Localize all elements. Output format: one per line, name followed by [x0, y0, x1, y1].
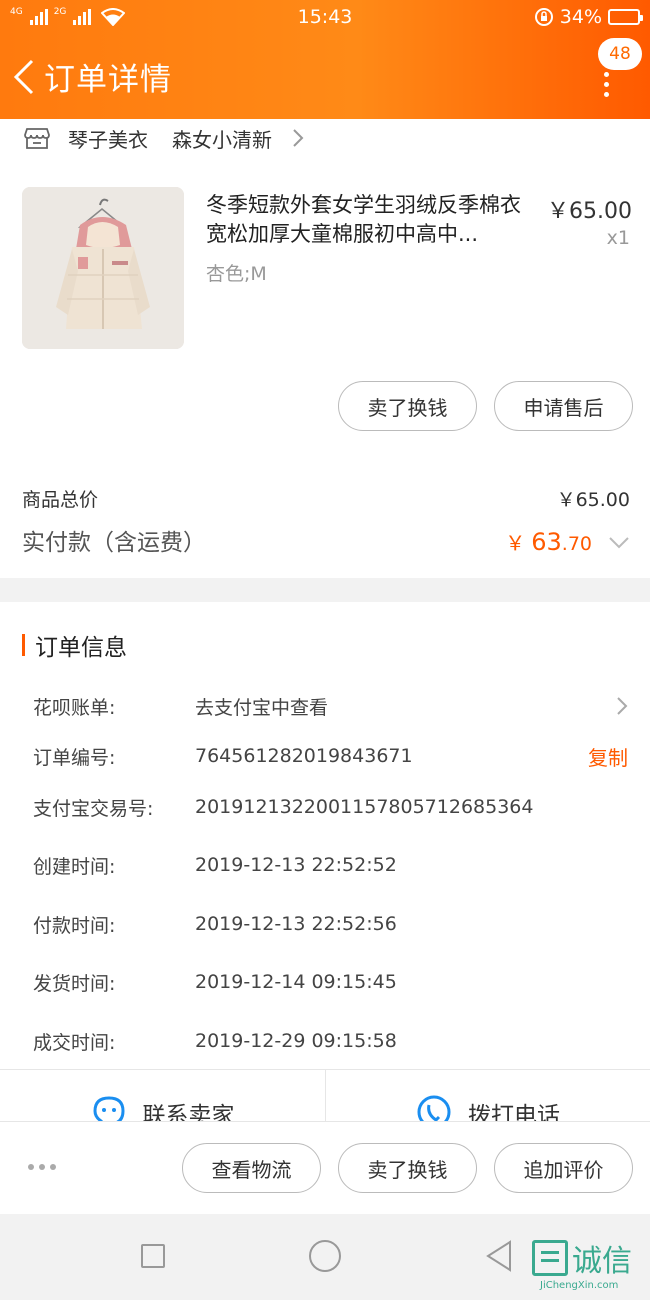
- sell-for-cash-button[interactable]: 卖了换钱: [338, 381, 477, 431]
- product-item[interactable]: 冬季短款外套女学生羽绒反季棉衣宽松加厚大童棉服初中高中... ￥65.00 x1…: [22, 187, 632, 349]
- huabei-label: 花呗账单:: [33, 696, 116, 719]
- created-time-label: 创建时间:: [33, 855, 116, 878]
- goods-total-value: ￥65.00: [556, 489, 630, 511]
- call-button[interactable]: 拨打电话: [325, 1070, 650, 1121]
- more-menu-icon[interactable]: [604, 72, 610, 112]
- chat-icon: [92, 1096, 125, 1121]
- status-bar: 4G 2G 15:43 34%: [0, 0, 650, 34]
- watermark-logo-text: 诚信: [572, 1244, 632, 1279]
- call-label: 拨打电话: [468, 1103, 560, 1121]
- recent-apps-icon[interactable]: [141, 1244, 165, 1268]
- header: 4G 2G 15:43 34% 订单详情 48: [0, 0, 650, 119]
- product-price: ￥65.00: [547, 199, 632, 224]
- battery-icon: [608, 9, 643, 25]
- product-quantity: x1: [606, 227, 630, 249]
- coat-image: [22, 187, 184, 349]
- after-sale-button[interactable]: 申请售后: [494, 381, 633, 431]
- huabei-value[interactable]: 去支付宝中查看: [195, 693, 328, 720]
- order-number-row: 订单编号: 764561282019843671 复制: [33, 741, 628, 771]
- product-spec: 杏色;M: [206, 263, 267, 285]
- alipay-trade-value: 2019121322001157805712685364: [195, 796, 534, 818]
- bottom-action-bar: 查看物流 卖了换钱 追加评价: [0, 1121, 650, 1214]
- chevron-down-icon[interactable]: [608, 536, 630, 550]
- order-info-title: 订单信息: [22, 628, 127, 662]
- paid-total-label: 实付款（含运费）: [22, 530, 206, 556]
- shop-row[interactable]: 琴子美衣 森女小清新: [0, 119, 650, 157]
- nav-back-icon[interactable]: [484, 1240, 514, 1272]
- shop-icon: [24, 128, 50, 149]
- shop-name[interactable]: 琴子美衣: [68, 124, 148, 153]
- chevron-right-icon: [617, 697, 628, 715]
- alipay-trade-row: 支付宝交易号: 2019121322001157805712685364: [33, 792, 628, 822]
- done-time-value: 2019-12-29 09:15:58: [195, 1030, 397, 1052]
- sell-for-cash-button-bottom[interactable]: 卖了换钱: [338, 1143, 477, 1193]
- add-review-button[interactable]: 追加评价: [494, 1143, 633, 1193]
- shop-subname[interactable]: 森女小清新: [172, 124, 272, 153]
- order-info-card: 订单信息 花呗账单: 去支付宝中查看 订单编号: 764561282019843…: [0, 602, 650, 1069]
- paid-time-row: 付款时间: 2019-12-13 22:52:56: [33, 909, 628, 939]
- shipped-time-value: 2019-12-14 09:15:45: [195, 971, 397, 993]
- system-nav-bar: 诚信 JiChengXin.com: [0, 1214, 650, 1300]
- huabei-row[interactable]: 花呗账单: 去支付宝中查看: [33, 691, 628, 721]
- contact-strip: 联系卖家 拨打电话: [0, 1069, 650, 1121]
- product-name[interactable]: 冬季短款外套女学生羽绒反季棉衣宽松加厚大童棉服初中高中...: [206, 191, 536, 249]
- chevron-right-icon: [293, 129, 304, 147]
- more-actions-icon[interactable]: [28, 1164, 56, 1170]
- paid-time-label: 付款时间:: [33, 914, 116, 937]
- watermark-url: JiChengXin.com: [540, 1280, 619, 1291]
- alipay-trade-label: 支付宝交易号:: [33, 797, 154, 820]
- order-number-value: 764561282019843671: [195, 745, 413, 767]
- copy-button[interactable]: 复制: [588, 742, 628, 771]
- section-accent-bar: [22, 634, 25, 656]
- contact-seller-button[interactable]: 联系卖家: [0, 1070, 325, 1121]
- status-time: 15:43: [297, 6, 353, 28]
- paid-time-value: 2019-12-13 22:52:56: [195, 913, 397, 935]
- view-logistics-button[interactable]: 查看物流: [182, 1143, 321, 1193]
- product-card: 琴子美衣 森女小清新 冬季短款外套女学生羽绒反季棉衣宽松加厚大童棉服初中高中..…: [0, 119, 650, 578]
- done-time-label: 成交时间:: [33, 1031, 116, 1054]
- message-count-badge[interactable]: 48: [598, 38, 642, 70]
- done-time-row: 成交时间: 2019-12-29 09:15:58: [33, 1026, 628, 1056]
- back-arrow-icon[interactable]: [12, 59, 36, 95]
- page-title: 订单详情: [44, 62, 172, 98]
- shipped-time-row: 发货时间: 2019-12-14 09:15:45: [33, 967, 628, 997]
- created-time-value: 2019-12-13 22:52:52: [195, 854, 397, 876]
- goods-total-label: 商品总价: [22, 489, 99, 511]
- goods-total-row: 商品总价 ￥65.00: [22, 485, 630, 512]
- watermark-logo-icon: [532, 1240, 568, 1276]
- product-image[interactable]: [22, 187, 184, 349]
- order-number-label: 订单编号:: [33, 746, 116, 769]
- shipped-time-label: 发货时间:: [33, 972, 116, 995]
- phone-icon: [417, 1095, 451, 1121]
- contact-seller-label: 联系卖家: [142, 1103, 235, 1121]
- watermark: 诚信 JiChengXin.com: [532, 1236, 650, 1300]
- home-icon[interactable]: [309, 1240, 341, 1272]
- paid-total-value: ￥ 63 .70: [505, 527, 630, 556]
- created-time-row: 创建时间: 2019-12-13 22:52:52: [33, 850, 628, 880]
- paid-total-row[interactable]: 实付款（含运费） ￥ 63 .70: [22, 523, 630, 557]
